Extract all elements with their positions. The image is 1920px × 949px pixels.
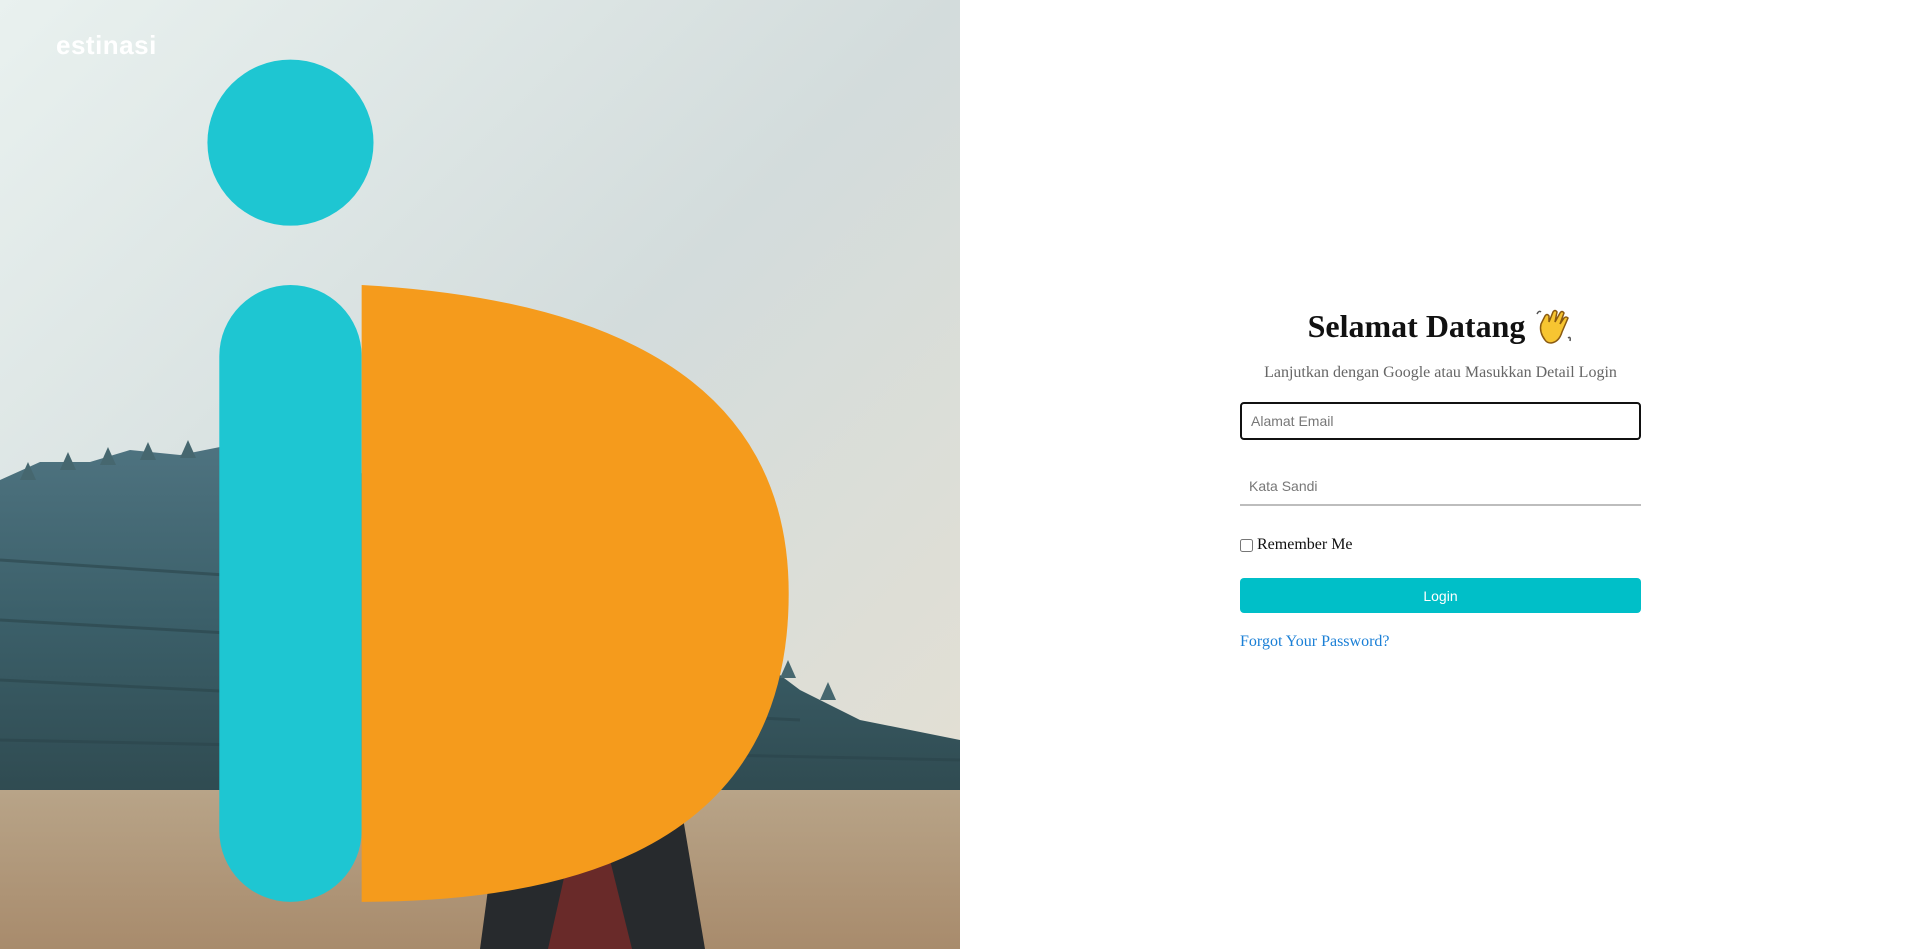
remember-me-label: Remember Me <box>1257 536 1353 553</box>
login-form: Selamat Datang Lanjutkan dengan Google a… <box>1240 304 1641 651</box>
remember-me-checkbox[interactable] <box>1240 538 1253 552</box>
waving-hand-icon <box>1535 306 1573 346</box>
login-button[interactable]: Login <box>1240 578 1641 613</box>
logo-mark-icon <box>24 24 789 902</box>
page-title: Selamat Datang <box>1307 307 1526 344</box>
hero-image: estinasi <box>0 0 960 949</box>
title-row: Selamat Datang <box>1240 304 1641 348</box>
destinasi-logo[interactable]: estinasi <box>24 24 789 902</box>
forgot-password-link[interactable]: Forgot Your Password? <box>1240 633 1390 651</box>
password-field[interactable] <box>1240 468 1641 506</box>
subtitle: Lanjutkan dengan Google atau Masukkan De… <box>1264 364 1617 381</box>
remember-me[interactable]: Remember Me <box>1240 536 1641 554</box>
login-panel: Selamat Datang Lanjutkan dengan Google a… <box>960 0 1920 949</box>
email-field[interactable] <box>1240 402 1641 440</box>
